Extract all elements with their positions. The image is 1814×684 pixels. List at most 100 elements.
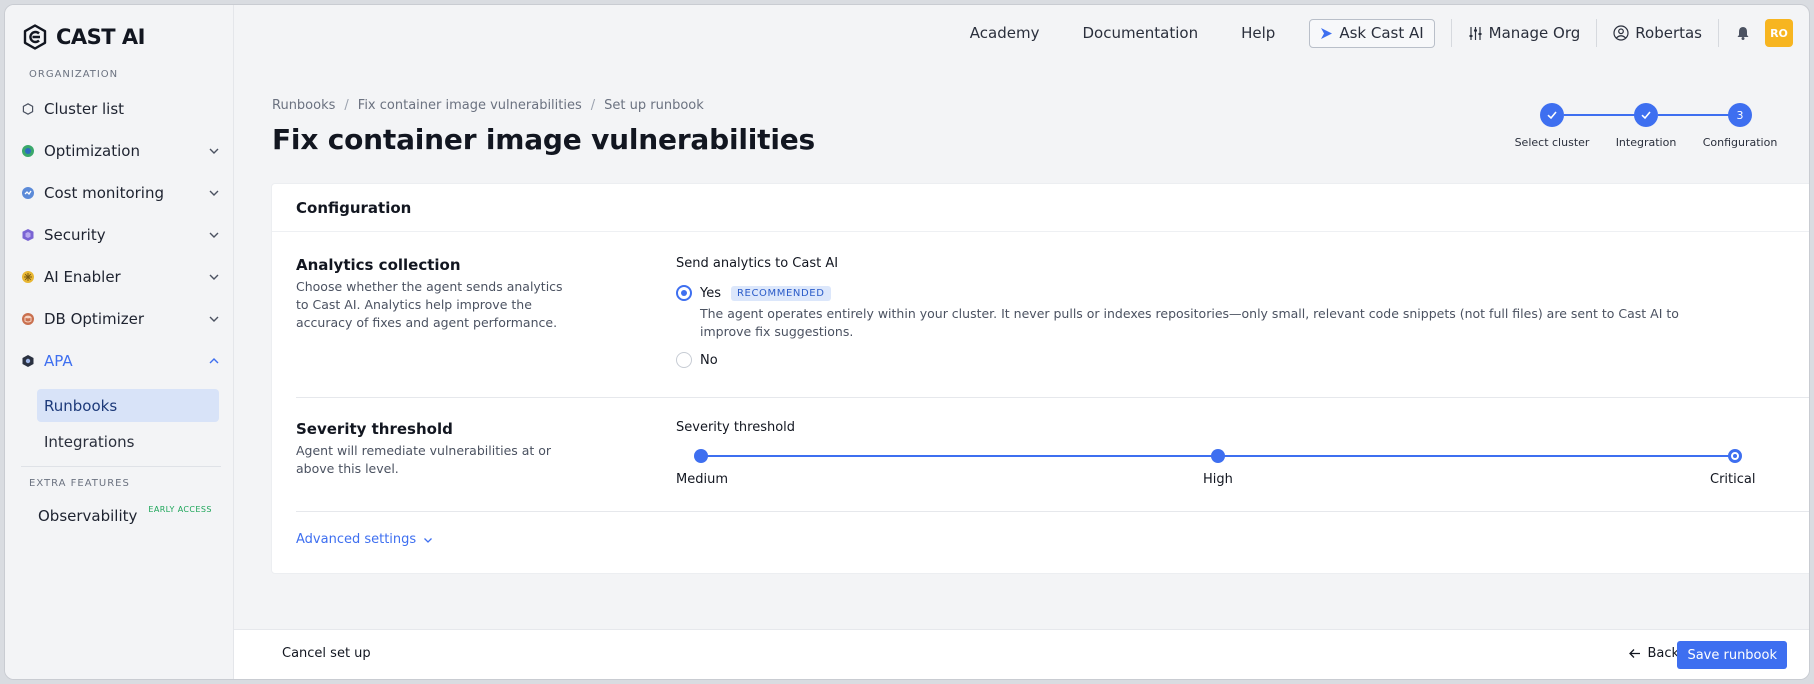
top-divider (1718, 19, 1719, 47)
early-access-badge: EARLY ACCESS (148, 504, 212, 514)
sidebar-item-label: DB Optimizer (44, 310, 145, 328)
recommended-badge: RECOMMENDED (731, 285, 831, 301)
user-circle-icon (1613, 25, 1629, 41)
bottom-action-bar: Cancel set up Back Save runbook (234, 629, 1809, 679)
sidebar-item-label: Security (44, 226, 106, 244)
sidebar-item-label: Cost monitoring (44, 184, 164, 202)
academy-link[interactable]: Academy (970, 24, 1040, 42)
analytics-yes-option[interactable]: Yes RECOMMENDED (676, 285, 1809, 301)
cast-ai-logo-icon (23, 24, 47, 50)
apa-icon (21, 354, 35, 368)
chevron-down-icon (209, 316, 219, 322)
step-configuration-current: 3 (1728, 103, 1752, 127)
sidebar-subitem-integrations[interactable]: Integrations (37, 425, 219, 458)
severity-description: Agent will remediate vulnerabilities at … (296, 443, 552, 476)
bell-icon[interactable] (1735, 25, 1751, 41)
check-icon (1547, 111, 1557, 120)
arrow-left-icon (1629, 649, 1641, 658)
chevron-down-icon (209, 274, 219, 280)
severity-slider[interactable]: Medium High Critical (676, 449, 1760, 490)
step-label: Select cluster (1514, 136, 1590, 149)
help-link[interactable]: Help (1241, 24, 1275, 42)
hexagon-icon (21, 102, 35, 116)
ask-cast-ai-button[interactable]: Ask Cast AI (1309, 18, 1435, 48)
top-divider (1596, 19, 1598, 47)
slider-label-critical: Critical (1710, 472, 1756, 487)
chevron-down-icon (424, 537, 433, 543)
sidebar-divider (21, 466, 221, 467)
chevron-up-icon (209, 358, 219, 364)
slider-handle-critical[interactable] (1728, 449, 1742, 463)
page-title: Fix container image vulnerabilities (272, 123, 815, 156)
breadcrumb-separator: / (590, 98, 596, 113)
back-label: Back (1647, 646, 1679, 661)
optimization-icon (21, 144, 35, 158)
analytics-description: Choose whether the agent sends analytics… (296, 279, 563, 330)
yes-help-text: The agent operates entirely within your … (700, 306, 1679, 339)
stepper: 3 Select cluster Integration Configurati… (1514, 103, 1786, 151)
step-select-cluster-done[interactable] (1540, 103, 1564, 127)
top-divider (1450, 19, 1452, 47)
security-shield-icon (21, 228, 35, 242)
step-label: Configuration (1702, 136, 1778, 149)
sidebar-item-cost-monitoring[interactable]: Cost monitoring (21, 179, 221, 207)
step-integration-done[interactable] (1634, 103, 1658, 127)
sidebar-item-optimization[interactable]: Optimization (21, 137, 221, 165)
severity-field-label: Severity threshold (676, 420, 796, 435)
breadcrumb-runbook[interactable]: Fix container image vulnerabilities (358, 98, 582, 113)
avatar[interactable]: RO (1765, 19, 1793, 47)
sidebar-item-label: APA (44, 352, 73, 370)
breadcrumb-runbooks[interactable]: Runbooks (272, 98, 335, 113)
documentation-link[interactable]: Documentation (1082, 24, 1198, 42)
sidebar-item-cluster-list[interactable]: Cluster list (21, 95, 221, 123)
analytics-no-option[interactable]: No (676, 352, 1809, 368)
send-analytics-label: Send analytics to Cast AI (676, 256, 839, 271)
extra-features-label: EXTRA FEATURES (29, 478, 130, 489)
sidebar-item-apa[interactable]: APA (21, 347, 221, 375)
radio-yes[interactable] (676, 285, 692, 301)
radio-no[interactable] (676, 352, 692, 368)
slider-label-medium: Medium (676, 472, 728, 487)
back-button[interactable]: Back (1628, 646, 1679, 661)
sparkle-icon (1321, 27, 1333, 39)
section-divider (296, 511, 1809, 512)
yes-label: Yes (700, 285, 721, 301)
main-content: Runbooks / Fix container image vulnerabi… (234, 63, 1809, 629)
sidebar-item-label: Optimization (44, 142, 140, 160)
severity-threshold-section: Severity threshold Agent will remediate … (296, 420, 1809, 500)
sidebar-subitem-runbooks[interactable]: Runbooks (37, 389, 219, 422)
advanced-settings-label: Advanced settings (296, 532, 417, 547)
chevron-down-icon (209, 190, 219, 196)
ask-cast-ai-label: Ask Cast AI (1339, 24, 1424, 42)
slider-stop-medium[interactable] (694, 449, 708, 463)
sidebar-item-label: Cluster list (44, 100, 125, 118)
cancel-setup-button[interactable]: Cancel set up (282, 646, 371, 661)
app-window: CAST AI ORGANIZATION Cluster list Optimi… (4, 4, 1810, 680)
sidebar-item-db-optimizer[interactable]: DB Optimizer (21, 305, 221, 333)
manage-org-button[interactable]: Manage Org (1468, 24, 1581, 42)
brand-name: CAST AI (56, 25, 146, 49)
sidebar-item-label: AI Enabler (44, 268, 121, 286)
user-name: Robertas (1635, 24, 1702, 42)
step-label: Integration (1615, 136, 1677, 149)
card-title: Configuration (272, 184, 1809, 232)
user-menu-button[interactable]: Robertas (1613, 24, 1702, 42)
save-runbook-button[interactable]: Save runbook (1677, 641, 1787, 669)
check-icon (1641, 111, 1651, 120)
logo[interactable]: CAST AI (22, 24, 146, 50)
sidebar-item-label: Observability (38, 507, 138, 525)
sidebar: CAST AI ORGANIZATION Cluster list Optimi… (5, 5, 234, 679)
analytics-field: Send analytics to Cast AI Yes RECOMMENDE… (676, 256, 1809, 368)
no-label: No (700, 352, 718, 368)
sidebar-item-observability[interactable]: Observability EARLY ACCESS (38, 502, 238, 530)
sidebar-item-ai-enabler[interactable]: AI Enabler (21, 263, 221, 291)
chevron-down-icon (209, 232, 219, 238)
top-nav: Academy Documentation Help Ask Cast AI M… (927, 18, 1793, 48)
ai-enabler-icon (21, 270, 35, 284)
cost-monitoring-icon (21, 186, 35, 200)
sidebar-item-security[interactable]: Security (21, 221, 221, 249)
organization-label: ORGANIZATION (29, 69, 119, 80)
slider-stop-high[interactable] (1211, 449, 1225, 463)
advanced-settings-toggle[interactable]: Advanced settings (296, 532, 434, 547)
manage-org-label: Manage Org (1488, 24, 1581, 42)
